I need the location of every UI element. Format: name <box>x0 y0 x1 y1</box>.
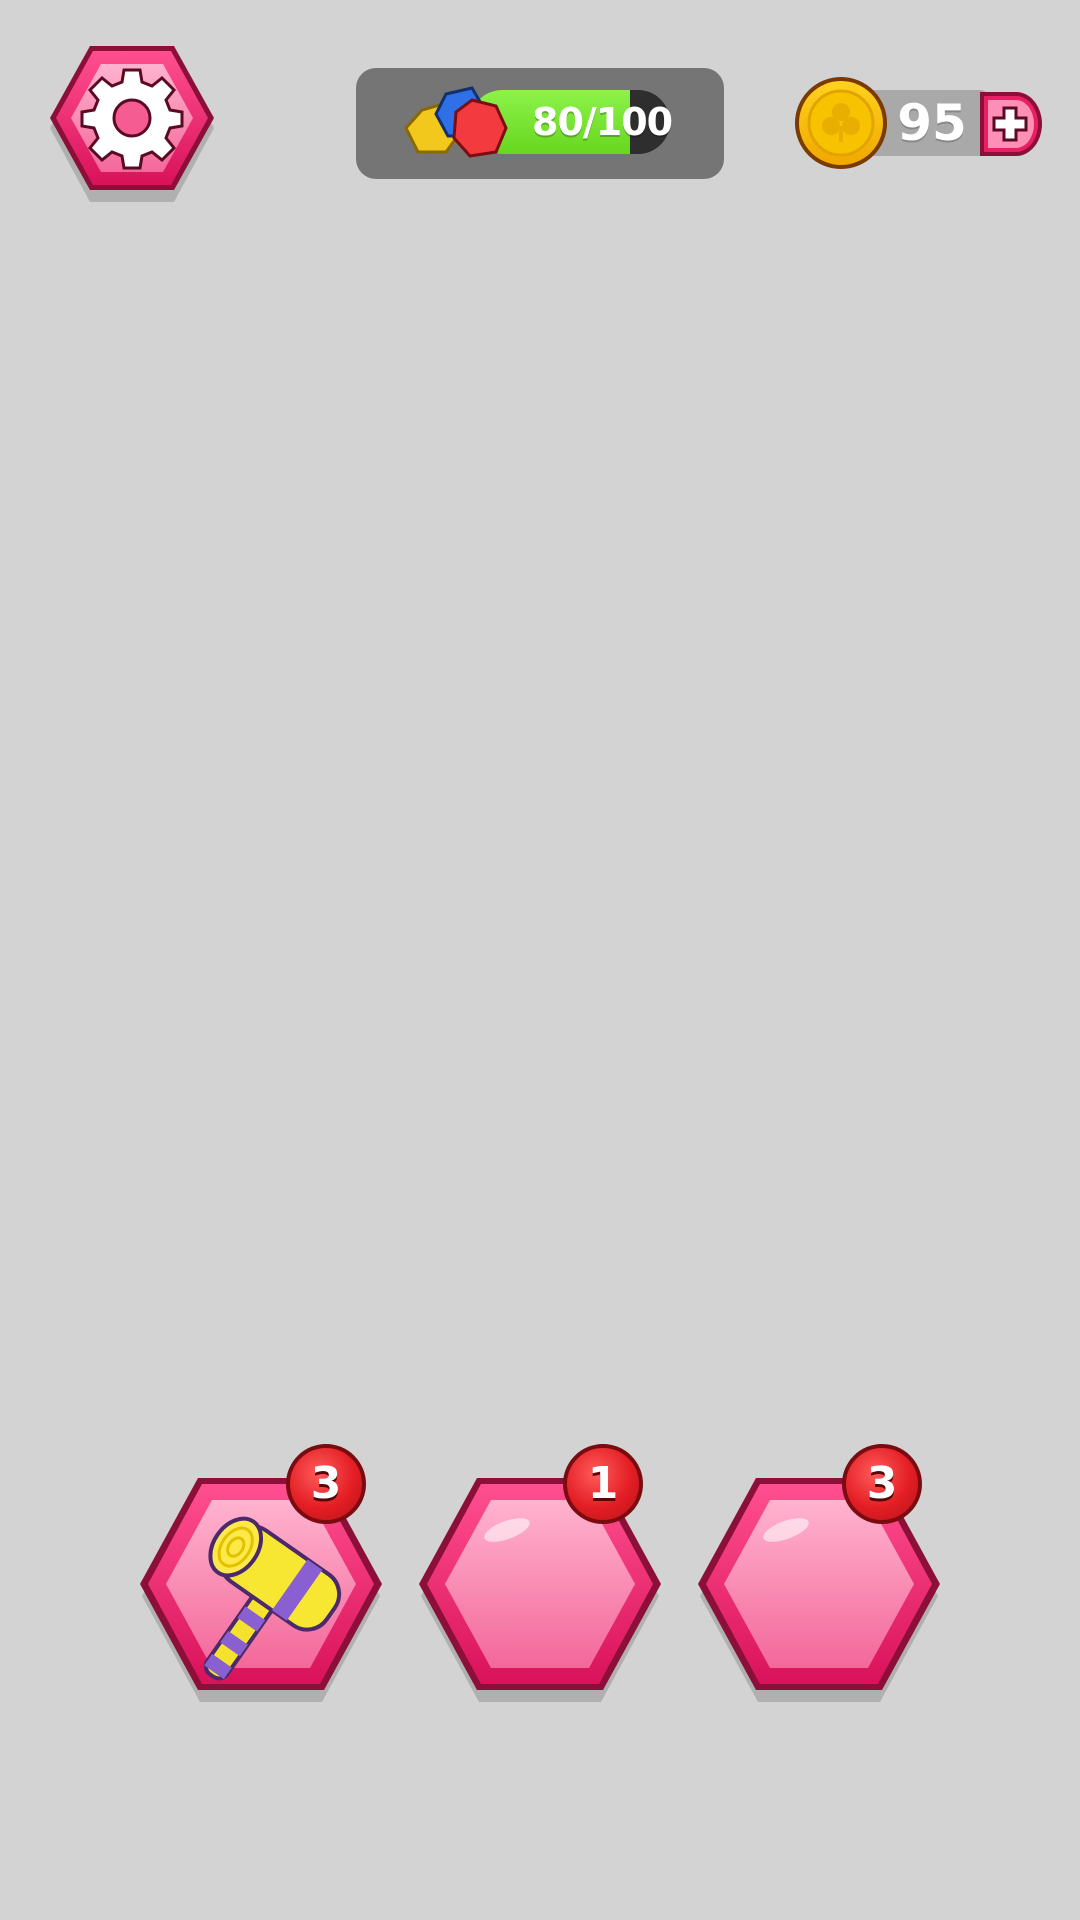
tool-count-badge: 3 <box>286 1444 366 1524</box>
tool-slot-hammer[interactable]: 3 <box>136 1444 386 1710</box>
clover-coin-icon <box>795 77 887 169</box>
coin-count: 95 <box>897 94 967 152</box>
tool-count-badge: 3 <box>842 1444 922 1524</box>
progress-panel: 80/100 <box>356 68 724 179</box>
tool-slot-3[interactable]: 3 <box>694 1444 944 1710</box>
gems-icon <box>404 86 508 158</box>
hammer-icon <box>203 1516 342 1681</box>
progress-text: 80/100 <box>532 100 673 144</box>
tool-slot-2[interactable]: 1 <box>415 1444 665 1710</box>
gear-icon <box>80 68 184 170</box>
tool-count-badge: 1 <box>563 1444 643 1524</box>
add-coins-button[interactable] <box>976 86 1044 162</box>
settings-button[interactable] <box>46 40 218 202</box>
